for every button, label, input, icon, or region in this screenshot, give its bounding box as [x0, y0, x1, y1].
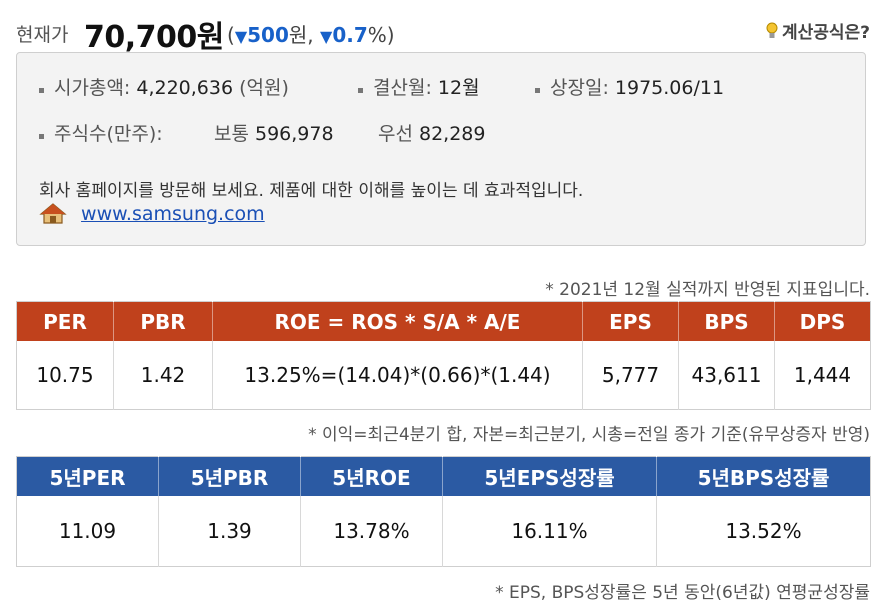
- homepage-description: 회사 홈페이지를 방문해 보세요. 제품에 대한 이해를 높이는 데 효과적입니…: [39, 181, 584, 201]
- home-icon: [39, 202, 81, 225]
- table-row: 10.75 1.42 13.25%=(14.04)*(0.66)*(1.44) …: [17, 341, 871, 410]
- change-open-paren: (: [227, 23, 235, 47]
- shares-label: 주식수(만주):: [54, 123, 163, 145]
- value-roe: 13.25%=(14.04)*(0.66)*(1.44): [212, 341, 583, 410]
- listing-date-label: 상장일:: [550, 77, 615, 99]
- header-bps: BPS: [678, 301, 775, 341]
- header-roe: ROE = ROS * S/A * A/E: [212, 301, 583, 341]
- header-5y-pbr: 5년PBR: [158, 456, 301, 496]
- listing-date: 상장일: 1975.06/11: [535, 73, 724, 100]
- value-pbr: 1.42: [113, 341, 213, 410]
- header-5y-roe: 5년ROE: [300, 456, 443, 496]
- change-amount-unit: 원,: [288, 23, 320, 47]
- preferred-value: 82,289: [419, 123, 486, 145]
- preferred-label: 우선: [378, 123, 419, 145]
- fiscal-month-label: 결산월:: [373, 77, 438, 99]
- header-5y-bps-growth: 5년BPS성장률: [656, 456, 871, 496]
- listing-date-value: 1975.06/11: [614, 77, 725, 99]
- growth-basis-note: * EPS, BPS성장률은 5년 동안(6년값) 연평균성장률: [495, 583, 870, 603]
- table-row: 11.09 1.39 13.78% 16.11% 13.52%: [17, 496, 871, 567]
- common-shares: 보통 596,978: [214, 119, 334, 146]
- price-change: (▼500원, ▼0.7%): [227, 19, 395, 48]
- calc-basis-note: * 이익=최근4분기 합, 자본=최근분기, 시총=전일 종가 기준(유무상증자…: [308, 425, 870, 445]
- value-5y-bps-growth: 13.52%: [656, 496, 871, 567]
- down-arrow-icon: ▼: [234, 27, 248, 46]
- value-per: 10.75: [36, 363, 94, 387]
- current-price: 70,700원: [84, 20, 224, 55]
- market-cap-value: 4,220,636: [136, 77, 234, 99]
- bullet-icon: [535, 88, 540, 93]
- bullet-icon: [39, 134, 44, 139]
- ratio-header-row: PER PBR ROE = ROS * S/A * A/E EPS BPS DP…: [16, 301, 871, 341]
- calc-formula-link[interactable]: 계산공식은?: [766, 18, 870, 46]
- website-row: www.samsung.com: [39, 202, 265, 226]
- common-value: 596,978: [255, 123, 334, 145]
- header-eps: EPS: [582, 301, 679, 341]
- value-5y-eps-growth: 16.11%: [442, 496, 657, 567]
- calc-formula-text: 계산공식은?: [781, 23, 870, 43]
- header-5y-eps-growth: 5년EPS성장률: [442, 456, 657, 496]
- value-eps: 5,777: [582, 341, 679, 410]
- price-header: 현재가 70,700원 (▼500원, ▼0.7%): [16, 12, 870, 55]
- market-cap-unit: (억원): [233, 77, 289, 99]
- fiscal-month-value: 12월: [437, 77, 480, 99]
- common-label: 보통: [214, 123, 255, 145]
- value-5y-pbr: 1.39: [158, 496, 301, 567]
- shares-count: 주식수(만주):: [39, 119, 163, 146]
- current-price-label: 현재가: [16, 24, 69, 46]
- down-arrow-icon: ▼: [320, 27, 333, 46]
- header-dps: DPS: [774, 301, 871, 341]
- value-bps: 43,611: [678, 341, 775, 410]
- company-info-box: 시가총액: 4,220,636 (억원) 결산월: 12월 상장일: 1975.…: [16, 52, 866, 246]
- bullet-icon: [358, 88, 363, 93]
- header-pbr: PBR: [113, 301, 213, 341]
- lightbulb-icon: [766, 21, 778, 46]
- value-5y-roe: 13.78%: [300, 496, 443, 567]
- change-percent-unit: %): [367, 23, 395, 47]
- market-cap: 시가총액: 4,220,636 (억원): [39, 73, 289, 100]
- bullet-icon: [39, 88, 44, 93]
- basis-note: * 2021년 12월 실적까지 반영된 지표입니다.: [545, 280, 870, 300]
- fiscal-month: 결산월: 12월: [358, 73, 480, 100]
- ratio-table: PER PBR ROE = ROS * S/A * A/E EPS BPS DP…: [16, 301, 871, 410]
- website-link[interactable]: www.samsung.com: [81, 203, 265, 225]
- five-year-header-row: 5년PER 5년PBR 5년ROE 5년EPS성장률 5년BPS성장률: [16, 456, 871, 496]
- preferred-shares: 우선 82,289: [378, 119, 485, 146]
- change-amount: 500: [247, 23, 289, 47]
- market-cap-label: 시가총액:: [54, 77, 137, 99]
- five-year-table: 5년PER 5년PBR 5년ROE 5년EPS성장률 5년BPS성장률 11.0…: [16, 456, 871, 567]
- header-5y-per: 5년PER: [16, 456, 159, 496]
- value-5y-per: 11.09: [58, 519, 117, 543]
- change-percent: 0.7: [332, 23, 368, 47]
- header-per: PER: [16, 301, 114, 341]
- value-dps: 1,444: [774, 341, 871, 410]
